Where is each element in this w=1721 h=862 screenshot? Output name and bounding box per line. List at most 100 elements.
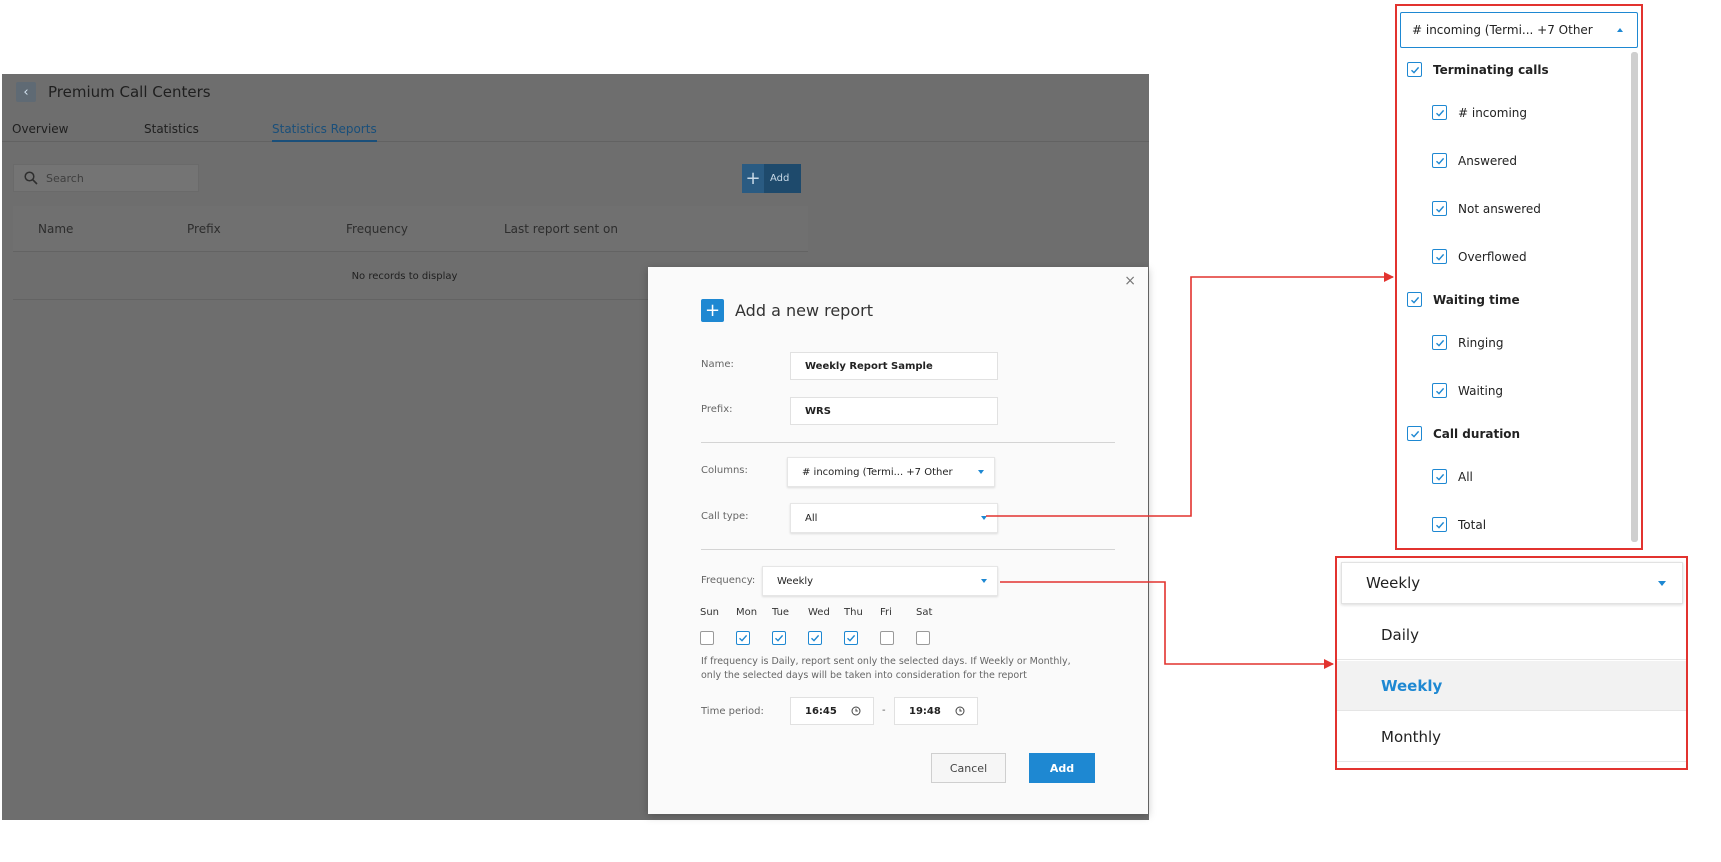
table-header: Name Prefix Frequency Last report sent o…: [13, 206, 808, 252]
day-mon: Mon: [736, 607, 772, 645]
check-icon: [1410, 430, 1419, 438]
day-checkbox-sat[interactable]: [916, 631, 930, 645]
check-icon: [1435, 157, 1444, 165]
column-header-frequency[interactable]: Frequency: [346, 222, 408, 236]
scrollbar[interactable]: [1631, 52, 1638, 542]
column-option-all[interactable]: All: [1432, 469, 1473, 484]
checkbox: [1432, 201, 1447, 216]
add-report-button[interactable]: + Add: [742, 164, 801, 193]
column-option-answered[interactable]: Answered: [1432, 153, 1517, 168]
back-button[interactable]: ‹: [16, 82, 36, 102]
check-icon: [1410, 296, 1419, 304]
call-type-select[interactable]: All: [790, 503, 998, 533]
tab-overview[interactable]: Overview: [12, 122, 69, 136]
name-label: Name:: [701, 359, 734, 370]
day-sun: Sun: [700, 607, 736, 645]
frequency-dropdown-callout: Weekly Daily Weekly Monthly: [1335, 556, 1688, 770]
option-label: Call duration: [1433, 426, 1521, 441]
frequency-label: Frequency:: [701, 575, 756, 586]
frequency-dropdown-value: Weekly: [1366, 574, 1421, 592]
column-header-last-sent[interactable]: Last report sent on: [504, 222, 618, 236]
frequency-option-monthly[interactable]: Monthly: [1337, 712, 1686, 762]
column-option-total[interactable]: Total: [1432, 517, 1486, 532]
time-to-field[interactable]: 19:48: [894, 697, 978, 725]
check-icon: [1435, 109, 1444, 117]
option-label: All: [1458, 469, 1473, 484]
prefix-field[interactable]: WRS: [790, 397, 998, 425]
column-option-not-answered[interactable]: Not answered: [1432, 201, 1541, 216]
add-button[interactable]: Add: [1029, 753, 1095, 783]
column-option-terminating-calls[interactable]: Terminating calls: [1407, 62, 1549, 77]
check-icon: [1435, 387, 1444, 395]
frequency-option-daily[interactable]: Daily: [1337, 610, 1686, 660]
call-type-select-value: All: [805, 512, 818, 524]
time-from-field[interactable]: 16:45: [790, 697, 874, 725]
check-icon: [1435, 339, 1444, 347]
check-icon: [811, 634, 820, 642]
checkbox: [1432, 335, 1447, 350]
option-label: Terminating calls: [1433, 62, 1549, 77]
tab-statistics-reports[interactable]: Statistics Reports: [272, 122, 377, 142]
day-checkbox-wed[interactable]: [808, 631, 822, 645]
checkbox: [1432, 249, 1447, 264]
prefix-label: Prefix:: [701, 404, 733, 415]
checkbox: [1407, 426, 1422, 441]
columns-dropdown-select[interactable]: # incoming (Termi... +7 Other: [1400, 12, 1638, 48]
check-icon: [1435, 473, 1444, 481]
check-icon: [739, 634, 748, 642]
option-label: Total: [1458, 517, 1487, 532]
day-label: Sun: [700, 607, 720, 618]
day-checkbox-mon[interactable]: [736, 631, 750, 645]
app-header: ‹ Premium Call Centers: [16, 82, 211, 102]
search-input[interactable]: [46, 171, 186, 185]
day-checkbox-sun[interactable]: [700, 631, 714, 645]
chevron-down-icon: [981, 579, 987, 583]
tab-statistics[interactable]: Statistics: [144, 122, 199, 136]
column-option-call-duration[interactable]: Call duration: [1407, 426, 1520, 441]
day-checkbox-tue[interactable]: [772, 631, 786, 645]
column-option-ringing[interactable]: Ringing: [1432, 335, 1503, 350]
column-option-overflowed[interactable]: Overflowed: [1432, 249, 1527, 264]
frequency-help-text: If frequency is Daily, report sent only …: [701, 655, 1121, 683]
column-option-waiting[interactable]: Waiting: [1432, 383, 1503, 398]
checkbox: [1432, 153, 1447, 168]
day-checkbox-fri[interactable]: [880, 631, 894, 645]
column-option-incoming[interactable]: # incoming: [1432, 105, 1527, 120]
tab-bar: Overview Statistics Statistics Reports: [2, 118, 1149, 142]
frequency-option-weekly[interactable]: Weekly: [1337, 661, 1686, 711]
option-label: Answered: [1458, 153, 1517, 168]
columns-select[interactable]: # incoming (Termi... +7 Other: [787, 457, 995, 487]
check-icon: [847, 634, 856, 642]
plus-icon: +: [742, 164, 764, 193]
checkbox: [1407, 292, 1422, 307]
column-option-waiting-time[interactable]: Waiting time: [1407, 292, 1520, 307]
day-thu: Thu: [844, 607, 880, 645]
option-label: Ringing: [1458, 335, 1504, 350]
search-icon: [24, 171, 38, 185]
column-header-prefix[interactable]: Prefix: [187, 222, 221, 236]
time-from-value: 16:45: [805, 705, 837, 717]
day-checkbox-thu[interactable]: [844, 631, 858, 645]
checkbox: [1432, 469, 1447, 484]
name-field[interactable]: Weekly Report Sample: [790, 352, 998, 380]
option-label: Overflowed: [1458, 249, 1527, 264]
divider: [701, 549, 1115, 550]
day-fri: Fri: [880, 607, 916, 645]
columns-select-value: # incoming (Termi... +7 Other: [802, 466, 953, 478]
day-label: Wed: [808, 607, 830, 618]
scrollbar-thumb[interactable]: [1631, 52, 1638, 542]
close-icon[interactable]: ×: [1124, 273, 1136, 289]
day-sat: Sat: [916, 607, 952, 645]
add-report-label: Add: [770, 173, 790, 184]
option-label: Waiting time: [1433, 292, 1520, 307]
time-to-value: 19:48: [909, 705, 941, 717]
checkbox: [1432, 105, 1447, 120]
cancel-button[interactable]: Cancel: [931, 753, 1006, 783]
frequency-dropdown-select[interactable]: Weekly: [1341, 562, 1683, 604]
dialog-header: + Add a new report: [701, 299, 873, 322]
column-header-name[interactable]: Name: [38, 222, 73, 236]
check-icon: [1435, 205, 1444, 213]
frequency-select-value: Weekly: [777, 575, 814, 587]
weekday-selector: Sun Mon Tue Wed Thu Fri Sat: [700, 607, 952, 645]
frequency-select[interactable]: Weekly: [762, 566, 998, 596]
